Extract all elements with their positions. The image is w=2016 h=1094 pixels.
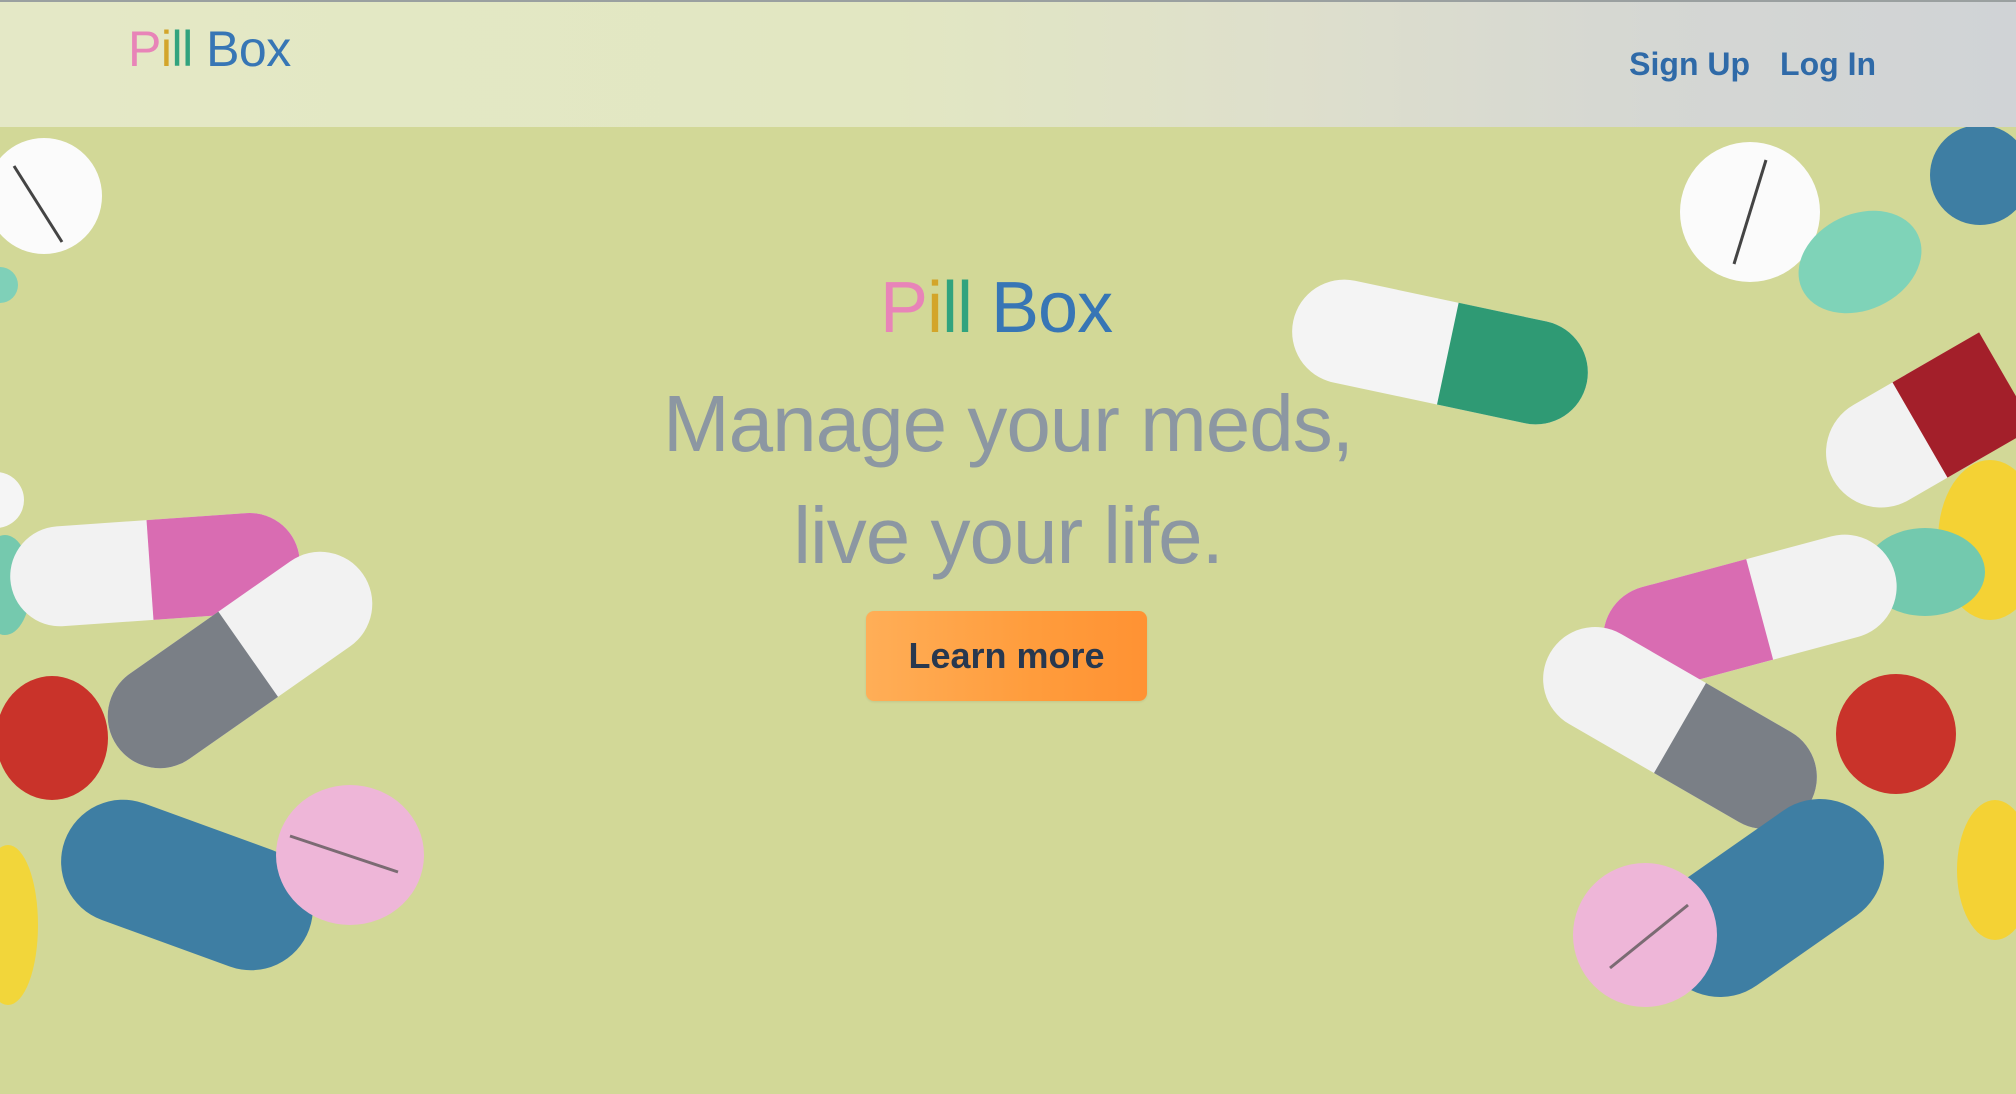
logo-letter-p: P — [128, 21, 161, 77]
logo-letter-i: i — [160, 21, 172, 77]
learn-more-button[interactable]: Learn more — [866, 611, 1147, 701]
nav-links: Sign Up Log In — [1629, 46, 1876, 83]
window-top-border — [0, 0, 2016, 2]
hero-letters-ll: ll — [942, 268, 973, 348]
hero-word-box: Box — [972, 268, 1113, 348]
login-link[interactable]: Log In — [1780, 46, 1876, 83]
hero-tagline-line1: Manage your meds, — [662, 379, 1354, 468]
top-navbar: Pill Box Sign Up Log In — [0, 2, 2016, 127]
logo-letters-ll: ll — [171, 21, 193, 77]
hero-letter-i: i — [927, 268, 943, 348]
nav-logo[interactable]: Pill Box — [128, 20, 291, 78]
logo-word-box: Box — [192, 21, 291, 77]
hero-letter-p: P — [880, 268, 928, 348]
hero-tagline-line2: live your life. — [793, 491, 1224, 580]
page-content: Pill Box Sign Up Log In Pill Box Manage … — [0, 0, 2016, 1094]
hero-title: Pill Box — [880, 267, 1113, 349]
signup-link[interactable]: Sign Up — [1629, 46, 1750, 83]
